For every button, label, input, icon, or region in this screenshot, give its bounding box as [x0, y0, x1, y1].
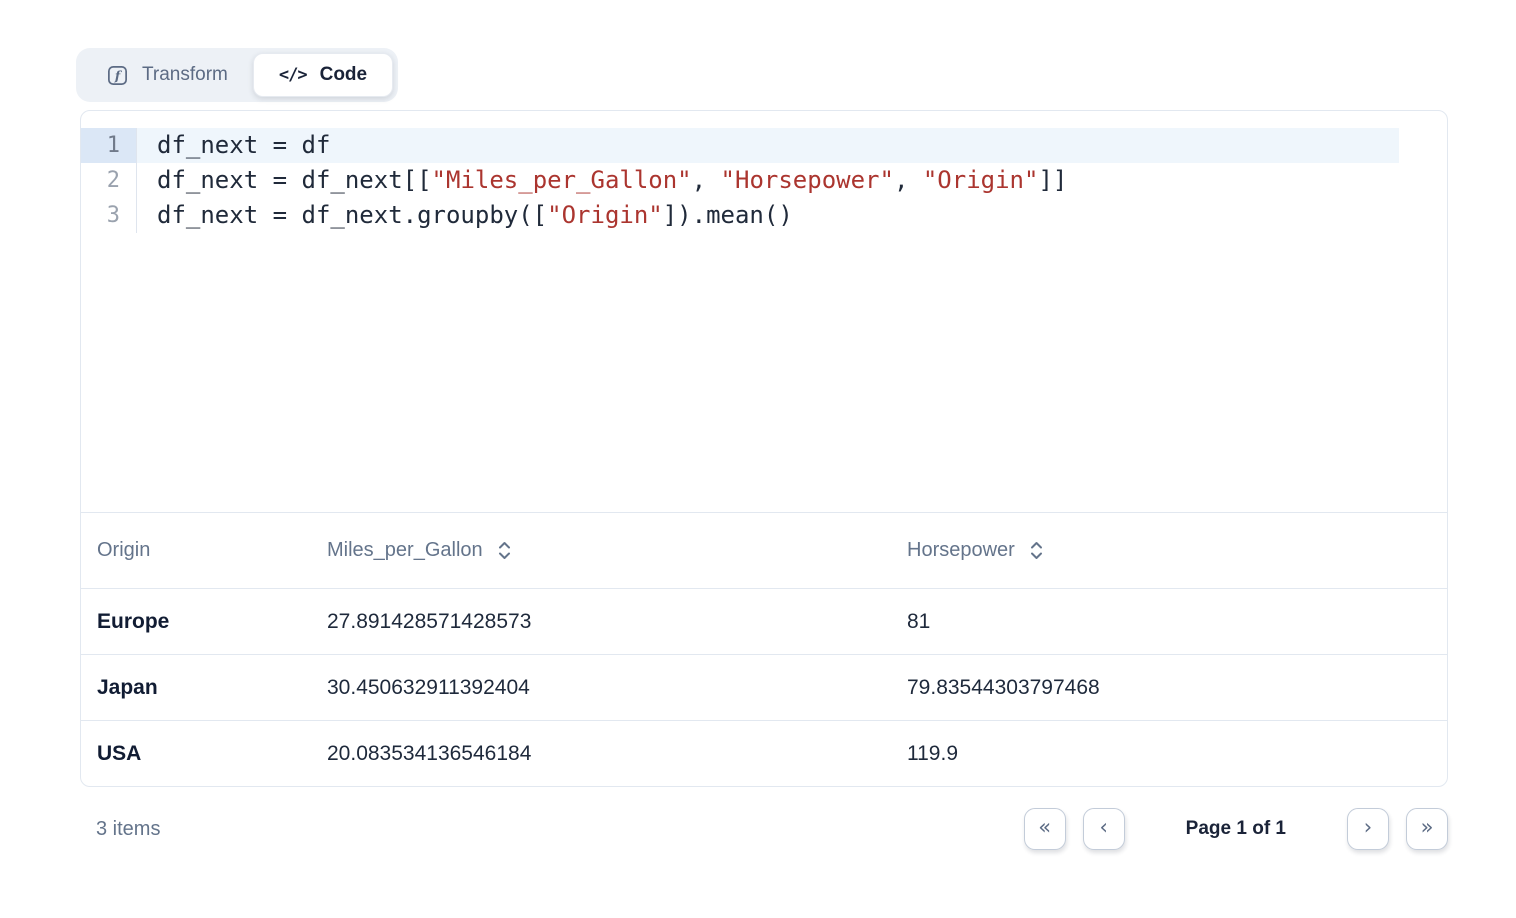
- string-token: "Miles_per_Gallon": [432, 166, 692, 194]
- table-row: Europe27.89142857142857381: [81, 589, 1447, 655]
- code-text: df_next = df_next[["Miles_per_Gallon", "…: [137, 163, 1447, 198]
- tab-transform[interactable]: f Transform: [81, 53, 253, 97]
- sort-icon[interactable]: [497, 540, 512, 561]
- cell-value: 30.450632911392404: [311, 676, 891, 700]
- code-line[interactable]: 1 df_next = df: [81, 128, 1447, 163]
- page-indicator: Page 1 of 1: [1186, 818, 1286, 840]
- tab-code-label: Code: [320, 64, 368, 86]
- line-number: 3: [81, 198, 137, 233]
- table-header-row: Origin Miles_per_Gallon Horsepower: [81, 513, 1447, 589]
- cell-value: 81: [891, 610, 1447, 634]
- first-page-button[interactable]: «: [1024, 808, 1066, 850]
- code-token: df_next = df_next.groupby([: [157, 201, 547, 229]
- code-text: df_next = df_next.groupby(["Origin"]).me…: [137, 198, 1447, 233]
- double-chevron-left-icon: «: [1038, 817, 1051, 838]
- cell-origin: Europe: [81, 610, 311, 634]
- tab-code[interactable]: </> Code: [253, 53, 393, 97]
- pagination: « ‹ Page 1 of 1 › »: [1024, 808, 1448, 850]
- line-number: 2: [81, 163, 137, 198]
- line-number: 1: [81, 128, 137, 163]
- code-token: ,: [894, 166, 923, 194]
- column-header-origin: Origin: [81, 539, 311, 562]
- function-icon: f: [106, 64, 129, 87]
- column-label: Horsepower: [907, 539, 1015, 562]
- string-token: "Origin": [923, 166, 1039, 194]
- string-token: "Horsepower": [721, 166, 894, 194]
- tab-transform-label: Transform: [142, 64, 228, 86]
- table-body: Europe27.89142857142857381Japan30.450632…: [81, 589, 1447, 787]
- cell-origin: USA: [81, 742, 311, 766]
- cell-value: 119.9: [891, 742, 1447, 766]
- svg-text:f: f: [114, 67, 123, 82]
- double-chevron-right-icon: »: [1421, 817, 1434, 838]
- column-header-miles_per_gallon[interactable]: Miles_per_Gallon: [311, 539, 891, 562]
- prev-page-button[interactable]: ‹: [1083, 808, 1125, 850]
- code-token: df_next = df_next[[: [157, 166, 432, 194]
- string-token: "Origin": [547, 201, 663, 229]
- code-editor[interactable]: 1df_next = df2df_next = df_next[["Miles_…: [81, 111, 1447, 513]
- code-line[interactable]: 2df_next = df_next[["Miles_per_Gallon", …: [81, 163, 1447, 198]
- code-token: ]).mean(): [663, 201, 793, 229]
- table-row: USA20.083534136546184119.9: [81, 721, 1447, 787]
- column-header-horsepower[interactable]: Horsepower: [891, 539, 1447, 562]
- cell-value: 27.891428571428573: [311, 610, 891, 634]
- table-row: Japan30.45063291139240479.83544303797468: [81, 655, 1447, 721]
- column-label: Miles_per_Gallon: [327, 539, 483, 562]
- code-text: df_next = df: [137, 128, 1447, 163]
- items-count: 3 items: [80, 818, 160, 841]
- code-token: df_next = df: [157, 131, 330, 159]
- sort-icon[interactable]: [1029, 540, 1044, 561]
- cell-origin: Japan: [81, 676, 311, 700]
- chevron-right-icon: ›: [1364, 817, 1372, 838]
- last-page-button[interactable]: »: [1406, 808, 1448, 850]
- chevron-left-icon: ‹: [1099, 817, 1107, 838]
- main-panel: 1df_next = df2df_next = df_next[["Miles_…: [80, 110, 1448, 787]
- code-token: ,: [692, 166, 721, 194]
- table-footer: 3 items « ‹ Page 1 of 1 › »: [80, 787, 1448, 871]
- result-table: OriginMiles_per_GallonHorsepower Europe2…: [81, 513, 1447, 787]
- cell-value: 20.083534136546184: [311, 742, 891, 766]
- next-page-button[interactable]: ›: [1347, 808, 1389, 850]
- cell-value: 79.83544303797468: [891, 676, 1447, 700]
- code-line[interactable]: 3df_next = df_next.groupby(["Origin"]).m…: [81, 198, 1447, 233]
- view-tabbar: f Transform </> Code: [76, 48, 398, 102]
- code-icon: </>: [279, 65, 307, 85]
- app-window: f Transform </> Code 1df_next = df2df_ne…: [0, 0, 1516, 918]
- column-label: Origin: [97, 539, 150, 562]
- code-token: ]]: [1038, 166, 1067, 194]
